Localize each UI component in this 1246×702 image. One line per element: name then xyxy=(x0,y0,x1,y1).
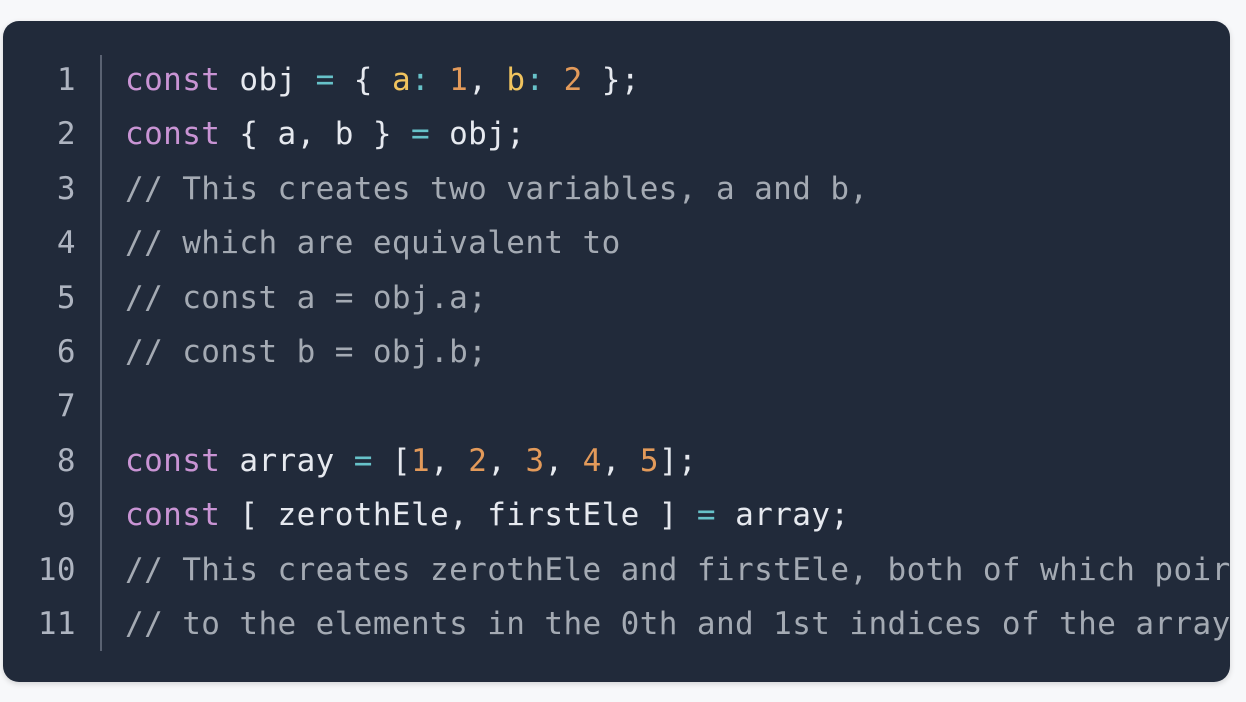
code-text: // to the elements in the 0th and 1st in… xyxy=(125,597,1230,651)
code-token: // which are equivalent to xyxy=(125,225,621,262)
code-token: }; xyxy=(582,62,640,98)
code-token: = xyxy=(315,62,335,98)
code-text: const array = [1, 2, 3, 4, 5]; xyxy=(125,434,697,488)
code-line: 1 const obj = { a: 1, b: 2 }; xyxy=(3,53,1230,107)
code-text: // This creates zerothEle and firstEle, … xyxy=(125,543,1230,597)
code-token: : xyxy=(525,62,545,98)
code-line: 7 xyxy=(3,379,1230,433)
code-token: b xyxy=(506,62,526,98)
code-token: const xyxy=(125,62,221,98)
code-line: 4 // which are equivalent to xyxy=(3,216,1230,270)
code-line: 10 // This creates zerothEle and firstEle… xyxy=(3,543,1230,597)
code-token: { xyxy=(334,62,392,98)
code-token: // This creates zerothEle and firstEle, … xyxy=(125,551,1230,588)
code-token: : xyxy=(411,62,431,98)
code-text: // This creates two variables, a and b, xyxy=(125,162,868,216)
code-token: const xyxy=(125,497,221,534)
code-text: const obj = { a: 1, b: 2 }; xyxy=(125,53,640,107)
code-token: = xyxy=(696,497,716,534)
code-line: 3 // This creates two variables, a and b, xyxy=(3,162,1230,216)
code-token: array; xyxy=(716,497,850,534)
code-token: { a, b } xyxy=(220,116,411,153)
code-token: = xyxy=(410,116,431,153)
code-text: const [ zerothEle, firstEle ] = array; xyxy=(125,488,849,542)
code-line: 2 const { a, b } = obj; xyxy=(3,107,1230,161)
code-line: 5 // const a = obj.a; xyxy=(3,271,1230,325)
code-token: , xyxy=(468,62,507,98)
code-token: , xyxy=(601,442,640,479)
code-lines: 1 const obj = { a: 1, b: 2 }; 2 const { a, … xyxy=(3,53,1230,651)
code-token: 3 xyxy=(525,442,545,479)
code-token: obj xyxy=(220,62,316,98)
code-token: 1 xyxy=(411,442,431,479)
line-number: 5 xyxy=(56,279,76,316)
line-number: 3 xyxy=(56,170,76,207)
code-token: 2 xyxy=(563,62,583,98)
code-line: 6 // const b = obj.b; xyxy=(3,325,1230,379)
line-number: 7 xyxy=(56,388,76,425)
code-token: 1 xyxy=(449,62,469,98)
line-number: 4 xyxy=(56,225,76,262)
code-token: 2 xyxy=(468,442,488,479)
code-text: const { a, b } = obj; xyxy=(125,107,525,161)
line-number: 1 xyxy=(56,62,76,98)
code-token: // const b = obj.b; xyxy=(125,333,488,370)
code-token: a xyxy=(391,62,412,98)
code-line: 8 const array = [1, 2, 3, 4, 5]; xyxy=(3,434,1230,488)
line-number: 6 xyxy=(56,333,76,370)
code-token: array xyxy=(220,442,354,479)
code-token: // This creates two variables, a and b, xyxy=(125,170,869,207)
line-number: 9 xyxy=(56,497,76,534)
code-token: [ zerothEle, firstEle ] xyxy=(220,497,697,534)
code-token: = xyxy=(353,442,373,479)
code-token: // to the elements in the 0th and 1st in… xyxy=(125,605,1230,642)
code-token: ]; xyxy=(658,442,698,479)
code-token: , xyxy=(430,442,469,479)
code-token: , xyxy=(544,442,583,479)
code-token: // const a = obj.a; xyxy=(125,279,488,316)
code-token: const xyxy=(125,116,221,153)
code-token: obj; xyxy=(430,116,526,153)
line-number: 8 xyxy=(56,442,76,479)
line-number: 11 xyxy=(37,605,76,642)
code-text: // const b = obj.b; xyxy=(125,325,487,379)
code-token: 4 xyxy=(582,442,602,479)
code-token: 5 xyxy=(639,442,659,479)
code-block: 1 const obj = { a: 1, b: 2 }; 2 const { a, … xyxy=(3,21,1230,682)
code-token: , xyxy=(487,442,526,479)
line-number: 10 xyxy=(37,551,76,588)
code-text: // which are equivalent to xyxy=(125,216,621,270)
code-token: [ xyxy=(372,442,411,479)
code-text: // const a = obj.a; xyxy=(125,271,487,325)
code-line: 11 // to the elements in the 0th and 1st … xyxy=(3,597,1230,651)
code-token: const xyxy=(125,442,221,479)
line-number: 2 xyxy=(56,116,76,153)
code-line: 9 const [ zerothEle, firstEle ] = array; xyxy=(3,488,1230,542)
